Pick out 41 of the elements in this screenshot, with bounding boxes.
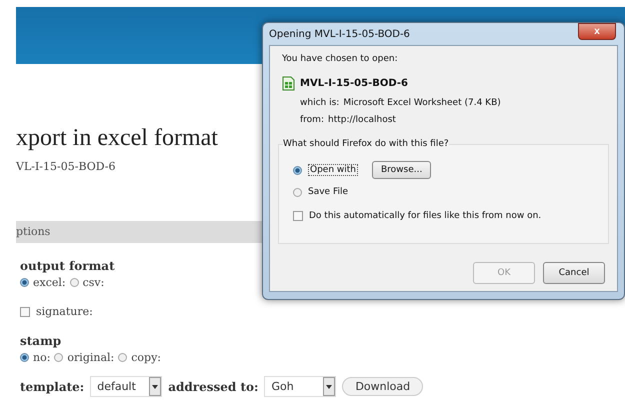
- option-label: Save File: [308, 187, 348, 197]
- checkbox[interactable]: [293, 211, 303, 221]
- field-label: template:: [20, 380, 84, 394]
- radio-button[interactable]: [118, 353, 128, 362]
- radio-button[interactable]: [54, 353, 64, 362]
- radio-button[interactable]: [293, 188, 302, 196]
- page-title: xport in excel format: [16, 124, 218, 153]
- browse-button[interactable]: Browse...: [372, 161, 432, 179]
- option-label: csv:: [82, 276, 104, 289]
- cancel-button[interactable]: Cancel: [543, 262, 605, 284]
- checkbox-label: signature:: [36, 305, 93, 318]
- field-label: addressed to:: [168, 380, 258, 394]
- group-legend: What should Firefox do with this file?: [283, 139, 449, 149]
- radio-button[interactable]: [293, 166, 302, 174]
- template-select[interactable]: default: [90, 376, 162, 397]
- group-label: stamp: [20, 334, 62, 348]
- radio-button[interactable]: [70, 278, 79, 287]
- intro-text: You have chosen to open:: [282, 54, 399, 64]
- checkbox[interactable]: [20, 306, 30, 316]
- option-label: Open with: [308, 164, 358, 176]
- info-label: from:: [300, 115, 324, 125]
- section-title: ptions: [16, 225, 50, 238]
- addressee-select[interactable]: Goh: [264, 376, 336, 397]
- spreadsheet-icon: [282, 76, 295, 91]
- option-label: no:: [33, 351, 50, 364]
- download-button[interactable]: Download: [342, 377, 424, 396]
- radio-button[interactable]: [20, 278, 29, 287]
- info-value: http://localhost: [328, 115, 396, 125]
- group-label: output format: [20, 259, 115, 273]
- option-label: copy:: [131, 351, 161, 364]
- info-value: Microsoft Excel Worksheet (7.4 KB): [343, 98, 501, 108]
- option-label: original:: [67, 351, 114, 364]
- window-title: Opening MVL-I-15-05-BOD-6: [269, 28, 410, 40]
- page-subtitle: VL-I-15-05-BOD-6: [16, 160, 116, 173]
- option-label: excel:: [33, 276, 66, 289]
- file-name: MVL-I-15-05-BOD-6: [300, 78, 408, 89]
- dropdown-icon: [323, 377, 336, 396]
- radio-button[interactable]: [20, 353, 29, 362]
- info-label: which is:: [300, 98, 340, 108]
- checkbox-label: Do this automatically for files like this from now on.: [309, 211, 542, 221]
- dropdown-icon: [149, 377, 162, 396]
